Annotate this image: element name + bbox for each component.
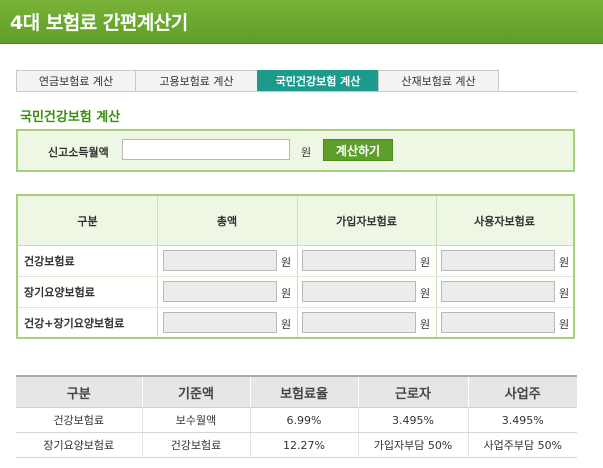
table-cell: 건강보험료 [141,432,250,458]
table-cell: 3.495% [357,407,468,433]
unit-label: 원 [420,256,431,269]
unit-label: 원 [281,256,292,269]
header-subscriber: 가입자보험료 [336,214,397,228]
table-cell: 건강보험료 [16,407,142,433]
combined-total-field[interactable] [163,312,277,333]
income-input[interactable] [122,139,290,160]
table-row: 장기요양보험료 건강보험료 12.27% 가입자부담 50% 사업주부담 50% [16,432,577,458]
page-title: 4대 보험료 간편계산기 [10,12,188,34]
table-cell: 3.495% [467,407,577,433]
ltc-total-field[interactable] [163,281,277,302]
table-cell: 보수월액 [141,407,250,433]
table-cell: 장기요양보험료 [16,432,142,458]
tab-bar: 연금보험료 계산 고용보험료 계산 국민건강보험 계산 산재보험료 계산 [16,70,499,92]
income-input-panel: 신고소득월액 원 계산하기 [16,129,575,172]
unit-label: 원 [559,256,570,269]
row-label: 장기요양보험료 [24,286,95,299]
section-title: 국민건강보험 계산 [20,110,121,125]
table-row: 장기요양보험료 원 원 원 [18,277,573,308]
header-category: 구분 [77,214,98,228]
table-cell: 사업주부담 50% [467,432,577,458]
tab-employment[interactable]: 고용보험료 계산 [135,70,258,92]
row-label: 건강+장기요양보험료 [24,317,125,330]
header-bar: 4대 보험료 간편계산기 [0,0,603,44]
rate-table-header: 구분 기준액 보험료율 근로자 사업주 [16,375,577,408]
result-table-header: 구분 총액 가입자보험료 사용자보험료 [18,196,573,246]
table-row: 건강보험료 원 원 원 [18,246,573,277]
row-label: 건강보험료 [24,255,75,268]
result-table: 구분 총액 가입자보험료 사용자보험료 건강보험료 원 원 원 장기요양보험료 … [16,194,575,339]
unit-label: 원 [281,287,292,300]
health-subscriber-field[interactable] [302,250,416,271]
table-cell: 가입자부담 50% [357,432,468,458]
rate-header-category: 구분 [16,375,142,408]
combined-subscriber-field[interactable] [302,312,416,333]
unit-label: 원 [559,287,570,300]
unit-label: 원 [281,318,292,331]
calculate-button[interactable]: 계산하기 [323,139,393,161]
table-row: 건강+장기요양보험료 원 원 원 [18,308,573,338]
unit-label: 원 [420,318,431,331]
income-label: 신고소득월액 [48,146,109,159]
health-employer-field[interactable] [441,250,555,271]
health-total-field[interactable] [163,250,277,271]
unit-label: 원 [420,287,431,300]
rate-header-worker: 근로자 [357,375,468,408]
rate-table: 구분 기준액 보험료율 근로자 사업주 건강보험료 보수월액 6.99% 3.4… [16,375,577,458]
rate-header-employer: 사업주 [467,375,577,408]
header-employer: 사용자보험료 [474,214,535,228]
tab-industrial[interactable]: 산재보험료 계산 [378,70,499,92]
tab-pension[interactable]: 연금보험료 계산 [16,70,136,92]
ltc-employer-field[interactable] [441,281,555,302]
header-total: 총액 [216,214,238,228]
rate-header-rate: 보험료율 [249,375,358,408]
tab-health[interactable]: 국민건강보험 계산 [257,70,379,92]
ltc-subscriber-field[interactable] [302,281,416,302]
rate-header-base: 기준액 [141,375,250,408]
unit-label: 원 [559,318,570,331]
tab-divider [16,91,577,92]
income-unit: 원 [301,146,312,159]
table-row: 건강보험료 보수월액 6.99% 3.495% 3.495% [16,407,577,433]
table-cell: 12.27% [249,432,358,458]
table-cell: 6.99% [249,407,358,433]
combined-employer-field[interactable] [441,312,555,333]
